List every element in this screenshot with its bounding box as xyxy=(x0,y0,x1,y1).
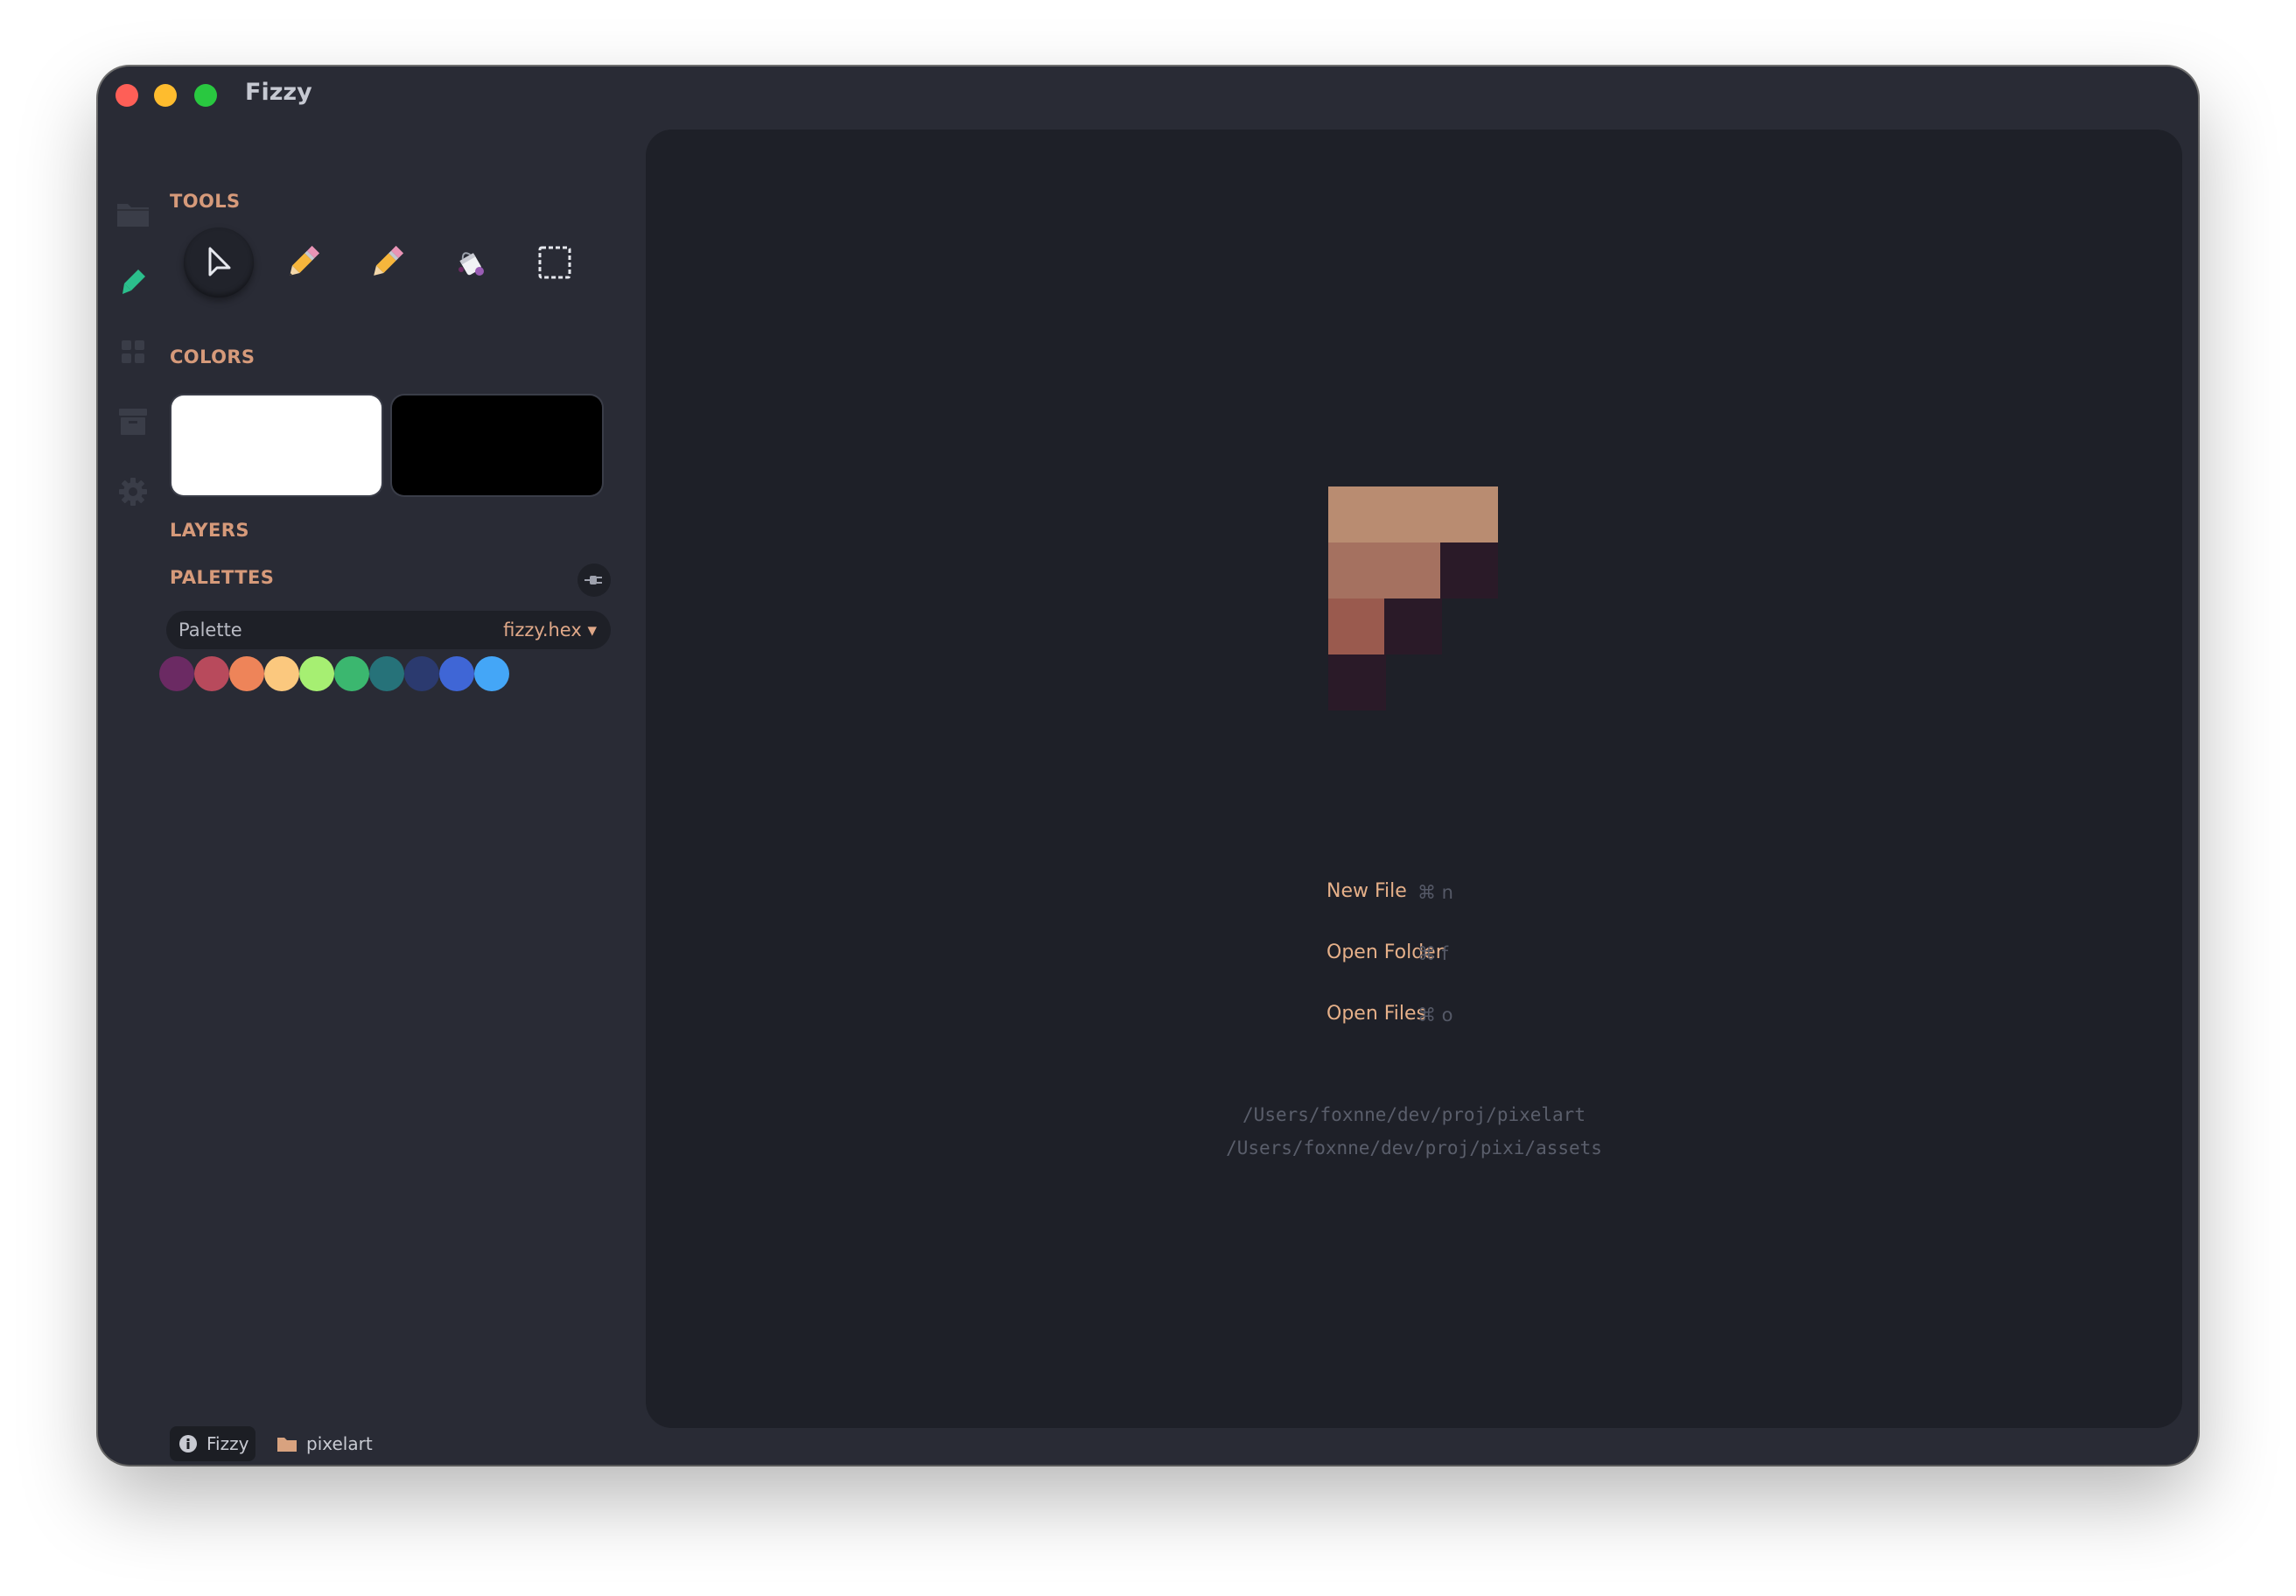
status-app-button[interactable]: Fizzy xyxy=(170,1426,256,1461)
primary-color-swatch[interactable] xyxy=(172,396,382,495)
status-app-label: Fizzy xyxy=(206,1433,249,1454)
new-file-shortcut: ⌘ n xyxy=(1418,882,1453,903)
welcome-panel: New File ⌘ n Open Folder ⌘ f Open Files … xyxy=(646,130,2182,1428)
activity-draw[interactable] xyxy=(114,262,152,301)
status-folder-label: pixelart xyxy=(306,1433,373,1454)
logo-pixel xyxy=(1440,486,1498,542)
maximize-window-button[interactable] xyxy=(194,84,217,107)
palette-color-dot[interactable] xyxy=(299,656,334,691)
add-palette-button[interactable] xyxy=(578,564,611,597)
palette-color-dot[interactable] xyxy=(404,656,439,691)
palette-label: Palette xyxy=(178,620,242,640)
logo-pixel xyxy=(1328,598,1386,654)
palette-dropdown[interactable]: Palette fizzy.hex ▾ xyxy=(166,611,611,649)
app-window: Fizzy TOOLS COLORS LAYERS PALETTES Palet… xyxy=(98,66,2198,1465)
minimize-window-button[interactable] xyxy=(154,84,177,107)
palette-color-dot[interactable] xyxy=(194,656,229,691)
gear-icon xyxy=(119,478,147,506)
secondary-color-swatch[interactable] xyxy=(392,396,602,495)
palette-color-dot[interactable] xyxy=(159,656,194,691)
paint-bucket-icon xyxy=(458,252,484,276)
palette-color-dot[interactable] xyxy=(369,656,404,691)
pencil-icon xyxy=(374,245,404,276)
grid-icon xyxy=(122,340,144,363)
activity-bar xyxy=(98,122,170,1465)
archive-icon xyxy=(119,409,147,435)
status-folder-button[interactable]: pixelart xyxy=(268,1426,373,1461)
activity-grid[interactable] xyxy=(114,332,152,371)
folder-icon xyxy=(117,204,149,227)
logo-pixel xyxy=(1384,486,1442,542)
window-title: Fizzy xyxy=(245,79,312,106)
cursor-icon xyxy=(208,247,231,276)
palette-color-dot[interactable] xyxy=(264,656,299,691)
folder-icon xyxy=(277,1438,297,1452)
fill-tool-button[interactable] xyxy=(436,228,506,298)
logo-pixel xyxy=(1384,542,1442,598)
palettes-title: PALETTES xyxy=(170,567,275,588)
logo-pixel xyxy=(1440,542,1498,598)
colors-title: COLORS xyxy=(170,346,256,368)
new-file-link[interactable]: New File xyxy=(1326,880,1407,902)
logo-pixel xyxy=(1328,542,1386,598)
logo-pixel xyxy=(1384,598,1442,654)
activity-settings[interactable] xyxy=(114,472,152,511)
close-window-button[interactable] xyxy=(116,84,138,107)
tools-title: TOOLS xyxy=(170,191,241,212)
open-files-link[interactable]: Open Files xyxy=(1326,1003,1426,1025)
open-folder-shortcut: ⌘ f xyxy=(1418,943,1449,964)
palette-color-dot[interactable] xyxy=(334,656,369,691)
app-logo xyxy=(1328,486,1500,710)
recent-folder-item[interactable]: /Users/foxnne/dev/proj/pixelart xyxy=(646,1104,2182,1125)
activity-files[interactable] xyxy=(114,194,152,233)
layers-title: LAYERS xyxy=(170,520,249,541)
pencil-tool-button[interactable] xyxy=(268,228,338,298)
activity-archive[interactable] xyxy=(114,402,152,441)
pointer-tool-button[interactable] xyxy=(184,228,254,298)
info-icon xyxy=(179,1435,197,1452)
recent-folder-item[interactable]: /Users/foxnne/dev/proj/pixi/assets xyxy=(646,1138,2182,1158)
pencil-icon xyxy=(290,245,320,276)
palette-color-dot[interactable] xyxy=(474,656,509,691)
brush-icon xyxy=(122,270,145,294)
open-files-shortcut: ⌘ o xyxy=(1418,1004,1453,1026)
palette-colors xyxy=(159,656,509,691)
logo-pixel xyxy=(1328,654,1386,710)
selection-tool-button[interactable] xyxy=(520,228,590,298)
logo-pixel xyxy=(1328,486,1386,542)
palette-color-dot[interactable] xyxy=(439,656,474,691)
marquee-select-icon xyxy=(538,246,571,279)
palette-color-dot[interactable] xyxy=(229,656,264,691)
plug-icon xyxy=(584,576,602,584)
pencil-alt-tool-button[interactable] xyxy=(352,228,422,298)
palette-selected-value: fizzy.hex ▾ xyxy=(503,620,597,640)
